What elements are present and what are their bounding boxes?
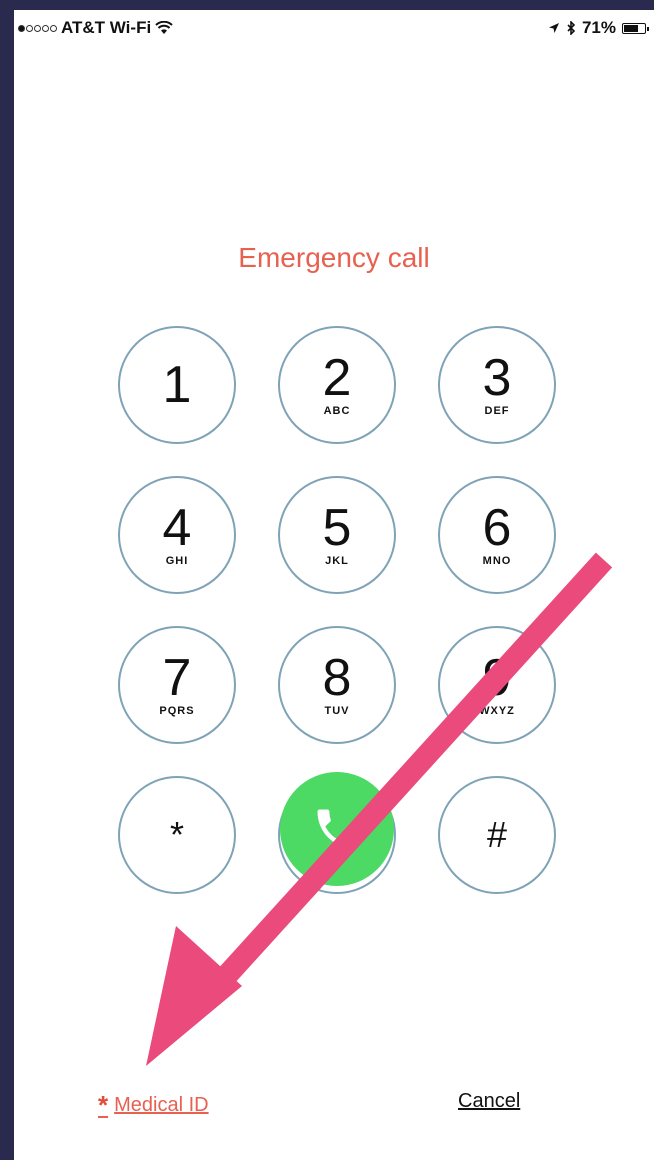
bluetooth-icon xyxy=(567,21,576,35)
key-letters: JKL xyxy=(325,555,349,567)
key-letters: ABC xyxy=(323,405,351,417)
key-4[interactable]: 4 GHI xyxy=(118,476,236,594)
phone-handset-icon xyxy=(317,809,357,849)
medical-id-label: Medical ID xyxy=(114,1094,209,1116)
key-star[interactable]: * xyxy=(118,776,236,894)
page-title: Emergency call xyxy=(238,242,430,273)
key-6[interactable]: 6 MNO xyxy=(438,476,556,594)
key-digit: 6 xyxy=(482,499,512,557)
status-right: 71% xyxy=(548,18,649,38)
wifi-icon xyxy=(155,21,173,34)
call-button[interactable] xyxy=(280,772,394,886)
key-digit: 9 xyxy=(482,649,512,707)
key-digit: * xyxy=(169,814,184,855)
key-digit: # xyxy=(486,814,508,855)
key-letters: DEF xyxy=(484,405,510,417)
key-pound[interactable]: # xyxy=(438,776,556,894)
medical-id-link[interactable]: * Medical ID xyxy=(98,1090,209,1121)
status-bar: AT&T Wi-Fi 71% xyxy=(14,10,654,44)
key-digit: 7 xyxy=(162,649,192,707)
location-arrow-icon xyxy=(548,23,559,33)
key-letters: WXYZ xyxy=(479,705,515,717)
key-letters: PQRS xyxy=(159,705,195,717)
key-digit: 5 xyxy=(322,499,352,557)
key-letters: TUV xyxy=(324,705,350,717)
carrier-label: AT&T Wi-Fi xyxy=(61,18,152,37)
key-digit: 8 xyxy=(322,649,352,707)
medical-star-icon: * xyxy=(98,1090,109,1120)
cancel-button[interactable]: Cancel xyxy=(458,1090,520,1113)
key-digit: 1 xyxy=(162,356,192,414)
key-8[interactable]: 8 TUV xyxy=(278,626,396,744)
key-digit: 2 xyxy=(322,349,352,407)
signal-strength-icon xyxy=(18,24,57,32)
emergency-dialer-screen: AT&T Wi-Fi 71% Emergency call 1 2 ABC 3 DEF 4… xyxy=(14,10,654,1160)
battery-percent: 71% xyxy=(581,18,616,37)
key-letters: MNO xyxy=(482,555,512,567)
key-7[interactable]: 7 PQRS xyxy=(118,626,236,744)
key-1[interactable]: 1 xyxy=(118,326,236,444)
key-digit: 4 xyxy=(162,499,192,557)
key-digit: 3 xyxy=(482,349,512,407)
key-5[interactable]: 5 JKL xyxy=(278,476,396,594)
battery-icon xyxy=(622,22,649,34)
key-letters: GHI xyxy=(165,555,189,567)
key-3[interactable]: 3 DEF xyxy=(438,326,556,444)
status-left: AT&T Wi-Fi xyxy=(18,18,173,38)
key-9[interactable]: 9 WXYZ xyxy=(438,626,556,744)
key-2[interactable]: 2 ABC xyxy=(278,326,396,444)
